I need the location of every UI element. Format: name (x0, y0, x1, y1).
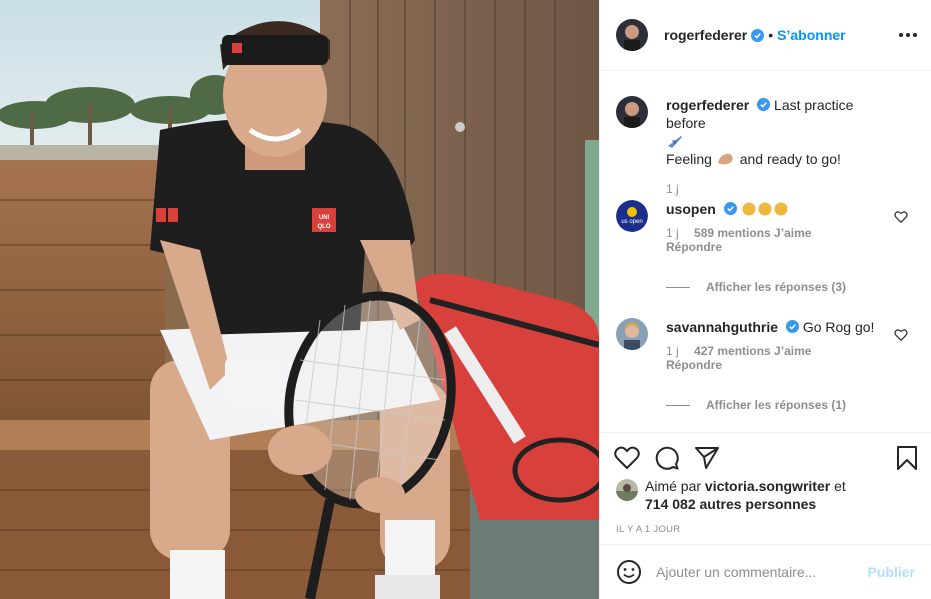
comment-author[interactable]: savannahguthrie (666, 319, 778, 335)
heart-icon[interactable] (894, 328, 908, 342)
comment-text: Go Rog go! (802, 319, 875, 335)
liked-by-text: Aimé par victoria.songwriter et 714 082 … (645, 477, 846, 513)
comment-avatar[interactable]: us open (616, 200, 648, 232)
caption-text-line2a: Feeling (666, 151, 712, 167)
verified-badge-icon (723, 202, 737, 215)
comment-meta: 1 j 589 mentions J’aime (666, 226, 896, 240)
post-actions: Aimé par victoria.songwriter et 714 082 … (600, 432, 931, 544)
comments-list[interactable]: rogerfederer Last practice before Feelin… (600, 72, 931, 432)
reply-button[interactable]: Répondre (666, 358, 896, 372)
comment-likes[interactable]: 589 mentions J’aime (694, 226, 811, 240)
comment-author[interactable]: usopen (666, 201, 716, 217)
heart-icon[interactable] (894, 210, 908, 224)
action-icons (614, 445, 920, 473)
verified-badge-icon (751, 28, 765, 42)
like-count[interactable]: 714 082 autres personnes (645, 496, 816, 512)
author-avatar[interactable] (616, 19, 648, 51)
publish-button[interactable]: Publier (868, 564, 915, 580)
smiley-icon[interactable] (616, 559, 642, 585)
svg-text:UNI: UNI (319, 215, 330, 221)
caption-text-line2b: and ready to go! (739, 151, 841, 167)
author-username[interactable]: rogerfederer (664, 27, 747, 43)
post-photo[interactable]: UNI QLO (0, 0, 599, 599)
instagram-post-view: UNI QLO rogerfederer • S’abonner rogerfe… (0, 0, 931, 599)
airplane-emoji-icon (668, 136, 682, 148)
svg-text:us open: us open (621, 219, 642, 225)
comment-time: 1 j (666, 344, 679, 358)
reply-button[interactable]: Répondre (666, 240, 896, 254)
comment-body: savannahguthrie Go Rog go! 1 j 427 menti… (666, 318, 896, 372)
liked-prefix: Aimé par (645, 478, 702, 494)
comment-avatar[interactable] (616, 318, 648, 350)
follow-button[interactable]: S’abonner (777, 27, 845, 43)
bookmark-icon[interactable] (894, 445, 920, 471)
liked-and: et (834, 478, 846, 494)
show-replies-button[interactable]: Afficher les réponses (1) (666, 398, 846, 412)
svg-text:QLO: QLO (318, 224, 331, 230)
show-replies-label: Afficher les réponses (3) (706, 280, 847, 294)
caption-author[interactable]: rogerfederer (666, 97, 749, 113)
more-options-icon[interactable] (899, 27, 917, 43)
caption-body: rogerfederer Last practice before Feelin… (666, 96, 896, 196)
clapping-hands-emoji-icon (741, 201, 791, 217)
photo-illustration: UNI QLO (0, 0, 599, 599)
liker-avatar[interactable] (616, 479, 638, 501)
comment-likes[interactable]: 427 mentions J’aime (694, 344, 811, 358)
caption-avatar[interactable] (616, 96, 648, 128)
liker-username[interactable]: victoria.songwriter (705, 478, 830, 494)
comment-time: 1 j (666, 226, 679, 240)
replies-divider (666, 286, 690, 288)
liked-by: Aimé par victoria.songwriter et 714 082 … (616, 477, 846, 513)
post-timestamp[interactable]: IL Y A 1 JOUR (616, 524, 680, 535)
comment-body: usopen 1 j 589 mentions J’aime Répondre (666, 200, 896, 254)
paper-plane-icon[interactable] (694, 445, 720, 471)
separator-dot: • (768, 27, 774, 43)
caption-time: 1 j (666, 182, 679, 196)
replies-divider (666, 404, 690, 406)
add-comment-bar: Ajouter un commentaire... Publier (600, 544, 931, 599)
comment-meta: 1 j 427 mentions J’aime (666, 344, 896, 358)
post-header: rogerfederer • S’abonner (600, 0, 931, 71)
show-replies-label: Afficher les réponses (1) (706, 398, 847, 412)
show-replies-button[interactable]: Afficher les réponses (3) (666, 280, 846, 294)
post-side-panel: rogerfederer • S’abonner rogerfederer La… (599, 0, 931, 599)
comment-icon[interactable] (654, 445, 680, 471)
verified-badge-icon (757, 98, 771, 111)
heart-icon[interactable] (614, 445, 640, 471)
comment-input[interactable]: Ajouter un commentaire... (656, 564, 868, 580)
verified-badge-icon (785, 320, 799, 333)
flexed-biceps-emoji-icon (717, 153, 733, 165)
